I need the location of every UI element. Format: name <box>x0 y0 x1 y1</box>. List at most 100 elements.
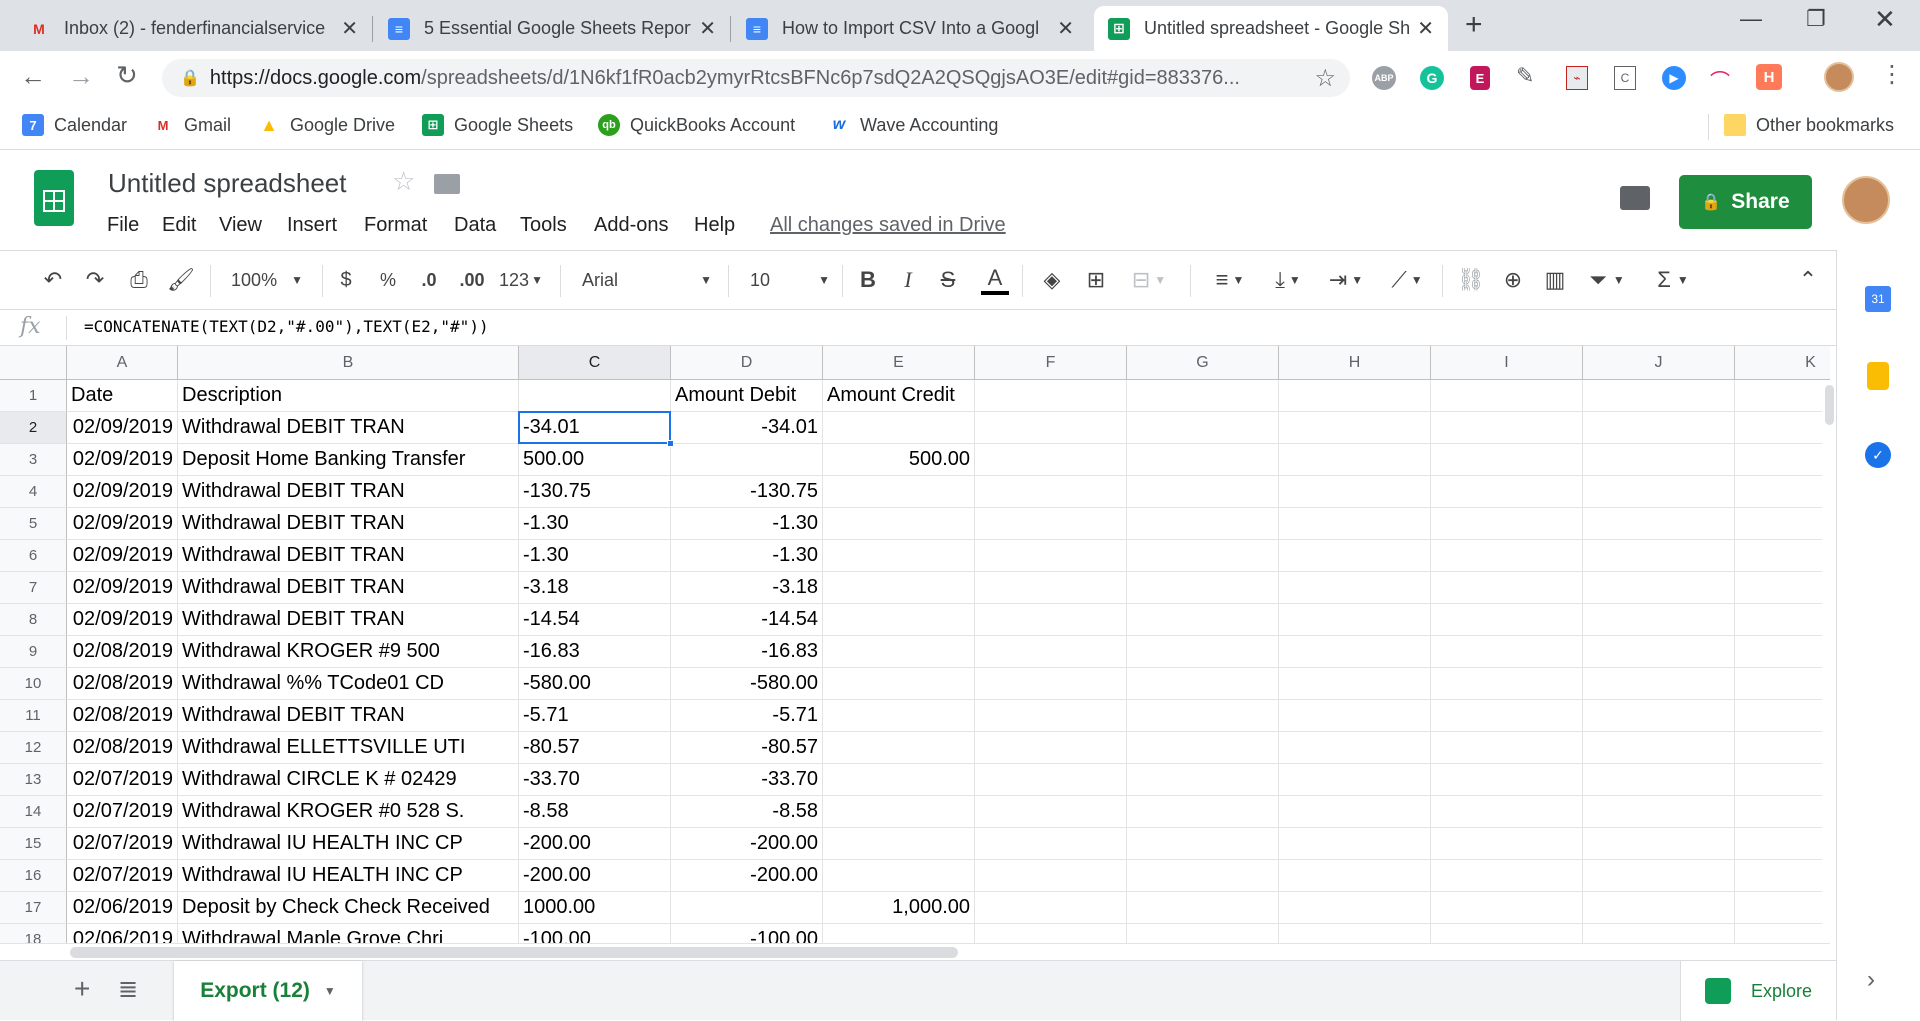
cell[interactable] <box>1735 540 1830 572</box>
reload-icon[interactable]: ↻ <box>116 60 138 91</box>
row-header[interactable]: 12 <box>0 732 67 764</box>
tasks-icon[interactable]: ✓ <box>1865 442 1891 468</box>
cell[interactable] <box>1127 540 1279 572</box>
cell[interactable]: 02/09/2019 <box>67 476 178 508</box>
cell[interactable] <box>1431 604 1583 636</box>
cell[interactable]: Withdrawal KROGER #0 528 S. <box>178 796 519 828</box>
cell[interactable] <box>1127 380 1279 412</box>
cell[interactable] <box>1279 828 1431 860</box>
cell[interactable]: Amount Credit <box>823 380 975 412</box>
column-header-b[interactable]: B <box>178 346 519 380</box>
cell[interactable]: -33.70 <box>671 764 823 796</box>
cell[interactable]: 1000.00 <box>519 892 671 924</box>
cell[interactable] <box>1127 604 1279 636</box>
row-header[interactable]: 8 <box>0 604 67 636</box>
cell[interactable] <box>823 764 975 796</box>
browser-tab-sheets[interactable]: ⊞ Untitled spreadsheet - Google Sh ✕ <box>1094 6 1448 51</box>
cell[interactable]: 02/08/2019 <box>67 700 178 732</box>
percent-format-button[interactable]: % <box>376 265 400 295</box>
close-icon[interactable]: ✕ <box>341 16 358 41</box>
cell[interactable]: 02/08/2019 <box>67 636 178 668</box>
cell[interactable]: -580.00 <box>671 668 823 700</box>
cell[interactable] <box>1583 572 1735 604</box>
cell[interactable] <box>1431 700 1583 732</box>
cell[interactable] <box>1431 796 1583 828</box>
cell[interactable] <box>1127 700 1279 732</box>
clipper-extension-icon[interactable]: C <box>1614 66 1636 90</box>
cell[interactable]: -5.71 <box>671 700 823 732</box>
cell[interactable]: Withdrawal DEBIT TRAN <box>178 508 519 540</box>
cell[interactable]: Withdrawal %% TCode01 CD <box>178 668 519 700</box>
cell[interactable] <box>1279 572 1431 604</box>
menu-addons[interactable]: Add-ons <box>594 214 669 237</box>
star-icon[interactable]: ☆ <box>392 166 415 197</box>
cell[interactable] <box>975 732 1127 764</box>
close-icon[interactable]: ✕ <box>1057 16 1074 41</box>
cell[interactable] <box>1127 412 1279 444</box>
sheets-logo-icon[interactable] <box>34 170 74 226</box>
column-header-e[interactable]: E <box>823 346 975 380</box>
expand-panel-icon[interactable]: › <box>1867 966 1875 994</box>
cell[interactable] <box>975 764 1127 796</box>
cell[interactable] <box>1735 444 1830 476</box>
cell[interactable] <box>671 444 823 476</box>
hubspot-extension-icon[interactable]: H <box>1756 64 1782 90</box>
paint-format-icon[interactable]: 🖌 <box>166 265 196 295</box>
profile-avatar[interactable] <box>1824 62 1854 92</box>
increase-decimal-button[interactable]: .00 <box>452 265 492 295</box>
row-header[interactable]: 7 <box>0 572 67 604</box>
address-bar[interactable]: 🔒 https://docs.google.com/spreadsheets/d… <box>162 59 1350 97</box>
cell[interactable] <box>1431 860 1583 892</box>
cell[interactable] <box>1127 764 1279 796</box>
cell[interactable]: Withdrawal IU HEALTH INC CP <box>178 828 519 860</box>
strikethrough-button[interactable]: S <box>936 265 960 295</box>
cell[interactable] <box>1431 828 1583 860</box>
close-icon[interactable]: ✕ <box>1417 16 1434 41</box>
fill-color-icon[interactable]: ◈ <box>1038 265 1066 295</box>
cell[interactable]: -100.00 <box>671 924 823 943</box>
merge-cells-icon[interactable]: ⊟ ▼ <box>1124 265 1174 295</box>
cell[interactable] <box>1583 732 1735 764</box>
row-header[interactable]: 11 <box>0 700 67 732</box>
cell[interactable]: -16.83 <box>519 636 671 668</box>
cell[interactable]: -3.18 <box>519 572 671 604</box>
cell[interactable]: 1,000.00 <box>823 892 975 924</box>
cell[interactable]: 02/09/2019 <box>67 540 178 572</box>
cell[interactable] <box>1279 892 1431 924</box>
cell[interactable]: 500.00 <box>823 444 975 476</box>
cell[interactable] <box>975 892 1127 924</box>
cell[interactable]: Description <box>178 380 519 412</box>
forward-icon[interactable]: → <box>68 61 94 92</box>
currency-format-button[interactable]: $ <box>336 265 356 295</box>
cell[interactable]: -1.30 <box>519 540 671 572</box>
cell[interactable] <box>1583 540 1735 572</box>
bookmark-gmail[interactable]: M Gmail <box>152 114 231 136</box>
cell[interactable] <box>975 796 1127 828</box>
share-button[interactable]: 🔒 Share <box>1679 175 1812 229</box>
column-header-g[interactable]: G <box>1127 346 1279 380</box>
menu-format[interactable]: Format <box>364 214 427 237</box>
row-header[interactable]: 17 <box>0 892 67 924</box>
back-icon[interactable]: ← <box>20 61 46 92</box>
print-icon[interactable]: ⎙ <box>124 265 154 295</box>
cell[interactable] <box>1583 924 1735 943</box>
bold-button[interactable]: B <box>856 265 880 295</box>
cell[interactable] <box>1279 924 1431 943</box>
cell[interactable] <box>1431 764 1583 796</box>
cell[interactable]: -8.58 <box>519 796 671 828</box>
font-size-select[interactable]: 10 ▼ <box>750 265 830 295</box>
cell[interactable]: 02/08/2019 <box>67 732 178 764</box>
cell[interactable] <box>1583 412 1735 444</box>
cell[interactable] <box>671 892 823 924</box>
row-header[interactable]: 4 <box>0 476 67 508</box>
row-header[interactable]: 6 <box>0 540 67 572</box>
cell[interactable] <box>823 924 975 943</box>
column-header-i[interactable]: I <box>1431 346 1583 380</box>
cell[interactable] <box>975 700 1127 732</box>
browser-tab-docs-csv[interactable]: ≡ How to Import CSV Into a Googl ✕ <box>732 6 1088 51</box>
select-all-corner[interactable] <box>0 346 67 380</box>
column-header-f[interactable]: F <box>975 346 1127 380</box>
insert-comment-icon[interactable]: ⊕ <box>1498 265 1528 295</box>
column-header-j[interactable]: J <box>1583 346 1735 380</box>
cell[interactable] <box>1735 860 1830 892</box>
